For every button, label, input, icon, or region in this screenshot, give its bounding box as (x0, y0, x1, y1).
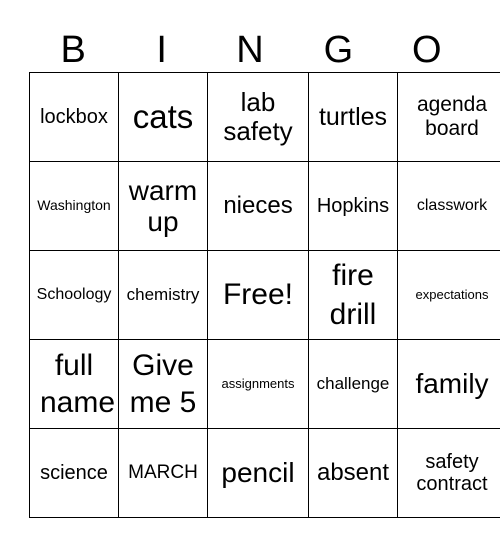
bingo-cell: challenge (308, 339, 398, 429)
bingo-cell: chemistry (118, 250, 208, 340)
grid-row: science MARCH pencil absent safety contr… (29, 428, 500, 518)
bingo-cell: lockbox (29, 72, 119, 162)
bingo-cell: Schoology (29, 250, 119, 340)
bingo-cell: lab safety (207, 72, 309, 162)
grid-row: Schoology chemistry Free! fire drill exp… (29, 250, 500, 340)
bingo-cell: assignments (207, 339, 309, 429)
bingo-cell: science (29, 428, 119, 518)
bingo-cell: MARCH (118, 428, 208, 518)
bingo-cell: full name (29, 339, 119, 429)
header-letter: N (236, 29, 264, 71)
grid-row: lockbox cats lab safety turtles agenda b… (29, 72, 500, 162)
bingo-cell: Free! (207, 250, 309, 340)
bingo-cell: pencil (207, 428, 309, 518)
bingo-cell: nieces (207, 161, 309, 251)
grid-row: full name Give me 5 assignments challeng… (29, 339, 500, 429)
bingo-cell: turtles (308, 72, 398, 162)
header-letter: G (323, 29, 354, 71)
bingo-cell: Hopkins (308, 161, 398, 251)
header-letter: O (412, 29, 442, 71)
bingo-cell: family (397, 339, 500, 429)
bingo-cell: fire drill (308, 250, 398, 340)
bingo-cell: classwork (397, 161, 500, 251)
grid-row: Washington warm up nieces Hopkins classw… (29, 161, 500, 251)
bingo-cell: absent (308, 428, 398, 518)
bingo-header: B I N G O (29, 28, 471, 72)
header-letter: I (156, 29, 167, 71)
bingo-cell: cats (118, 72, 208, 162)
bingo-cell: expectations (397, 250, 500, 340)
header-letter: B (60, 29, 86, 71)
bingo-cell: warm up (118, 161, 208, 251)
bingo-cell: Washington (29, 161, 119, 251)
bingo-cell: Give me 5 (118, 339, 208, 429)
bingo-cell: agenda board (397, 72, 500, 162)
bingo-cell: safety contract (397, 428, 500, 518)
bingo-grid: lockbox cats lab safety turtles agenda b… (29, 72, 500, 518)
